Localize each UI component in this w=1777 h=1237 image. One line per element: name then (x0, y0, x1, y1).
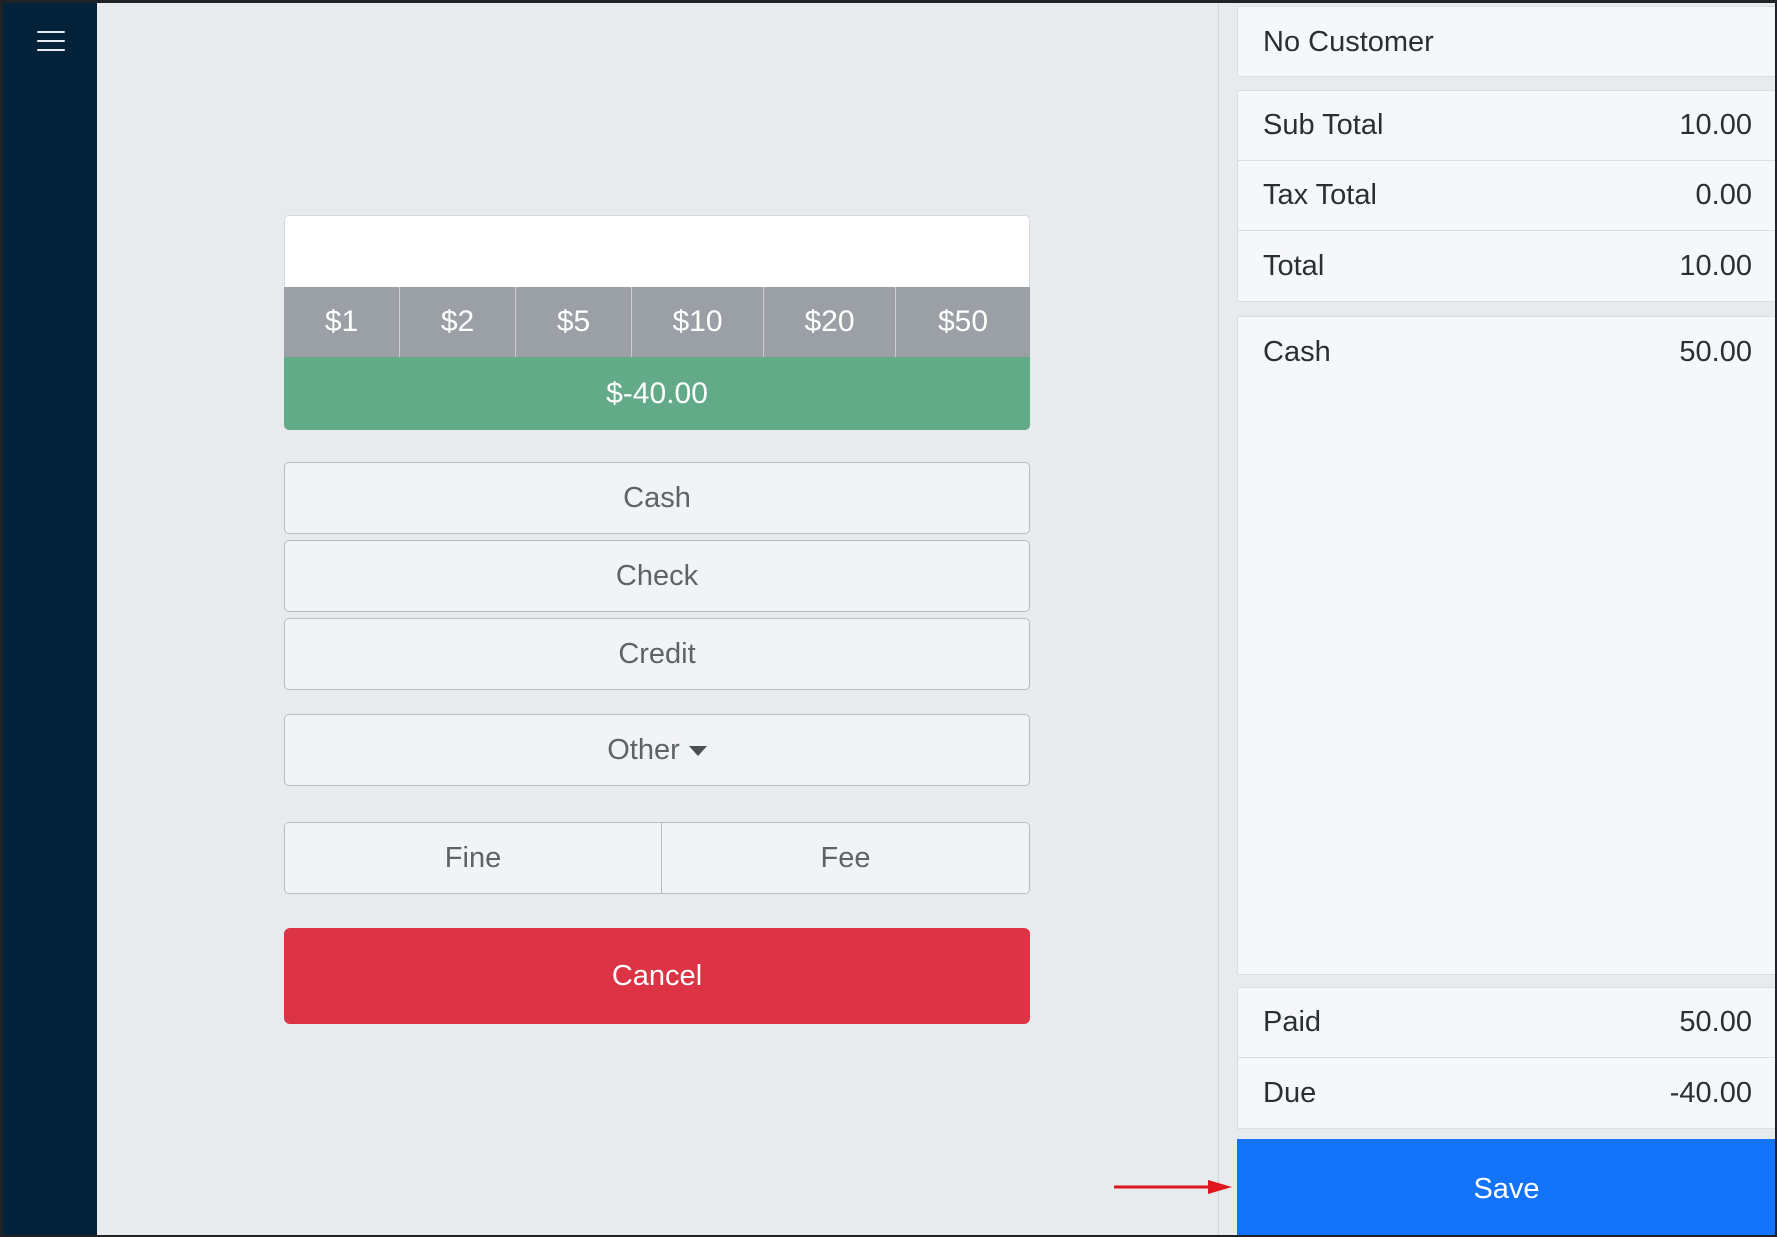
hamburger-menu-icon[interactable] (37, 31, 65, 55)
tender-box: $1 $2 $5 $10 $20 $50 $-40.00 (284, 215, 1030, 430)
payment-amount: 50.00 (1679, 335, 1752, 368)
pos-window: $1 $2 $5 $10 $20 $50 $-40.00 Cash Check … (3, 3, 1775, 1235)
total-value: 10.00 (1679, 249, 1752, 282)
denom-50-button[interactable]: $50 (896, 287, 1030, 357)
subtotal-label: Sub Total (1263, 109, 1384, 141)
denom-20-button[interactable]: $20 (764, 287, 896, 357)
fine-fee-group: Fine Fee (284, 822, 1030, 894)
credit-button[interactable]: Credit (284, 618, 1030, 690)
due-row: Due -40.00 (1238, 1058, 1775, 1128)
customer-panel: No Customer (1237, 6, 1775, 77)
other-dropdown-button[interactable]: Other (284, 714, 1030, 786)
sidebar (3, 3, 97, 1235)
subtotal-row: Sub Total 10.00 (1238, 91, 1775, 161)
denom-10-button[interactable]: $10 (632, 287, 764, 357)
order-summary-panel: No Customer Sub Total 10.00 Tax Total 0.… (1218, 3, 1775, 1235)
denom-5-button[interactable]: $5 (516, 287, 632, 357)
due-label: Due (1263, 1076, 1317, 1109)
paid-value: 50.00 (1679, 1006, 1752, 1038)
tender-amount-input[interactable] (284, 215, 1030, 287)
denomination-bar: $1 $2 $5 $10 $20 $50 (284, 287, 1030, 357)
customer-row[interactable]: No Customer (1238, 7, 1775, 77)
due-value: -40.00 (1669, 1076, 1752, 1109)
fee-button[interactable]: Fee (662, 823, 1029, 893)
tax-total-label: Tax Total (1263, 179, 1377, 211)
tax-total-row: Tax Total 0.00 (1238, 161, 1775, 231)
red-arrow-icon (1114, 1180, 1232, 1194)
save-button[interactable]: Save (1237, 1139, 1775, 1235)
customer-name: No Customer (1263, 25, 1434, 58)
balance-panel: Paid 50.00 Due -40.00 (1237, 987, 1775, 1129)
tender-area: $1 $2 $5 $10 $20 $50 $-40.00 Cash Check … (97, 3, 1218, 1235)
tax-total-value: 0.00 (1695, 179, 1752, 211)
payment-label: Cash (1263, 335, 1331, 368)
paid-row: Paid 50.00 (1238, 988, 1775, 1058)
fine-button[interactable]: Fine (285, 823, 662, 893)
payments-panel: Cash 50.00 (1237, 316, 1775, 975)
check-button[interactable]: Check (284, 540, 1030, 612)
caret-down-icon (688, 746, 707, 756)
subtotal-value: 10.00 (1679, 109, 1752, 141)
paid-label: Paid (1263, 1006, 1322, 1038)
total-row: Total 10.00 (1238, 231, 1775, 301)
denom-1-button[interactable]: $1 (284, 287, 400, 357)
total-label: Total (1263, 249, 1325, 282)
cash-button[interactable]: Cash (284, 462, 1030, 534)
totals-panel: Sub Total 10.00 Tax Total 0.00 Total 10.… (1237, 90, 1775, 302)
cancel-button[interactable]: Cancel (284, 928, 1030, 1024)
other-label: Other (607, 733, 680, 766)
payment-row[interactable]: Cash 50.00 (1238, 317, 1775, 387)
denom-2-button[interactable]: $2 (400, 287, 516, 357)
balance-display: $-40.00 (284, 357, 1030, 430)
